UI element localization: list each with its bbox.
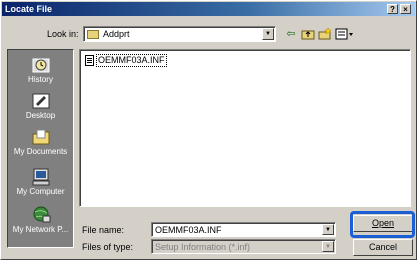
file-name-label: File name:	[82, 225, 125, 235]
look-in-dropdown[interactable]: Addprt ▼	[83, 26, 276, 42]
views-menu-icon[interactable]	[335, 27, 355, 41]
my-network-icon	[33, 206, 50, 223]
file-name-input[interactable]: OEMMF03A.INF ▼	[151, 222, 336, 237]
place-label: Desktop	[25, 111, 56, 120]
place-label: History	[28, 75, 53, 84]
place-my-network[interactable]: My Network P...	[8, 206, 73, 235]
file-type-label: Files of type:	[82, 242, 134, 252]
place-label: My Documents	[13, 147, 68, 156]
new-folder-icon[interactable]	[318, 27, 332, 41]
title-bar[interactable]: Locate File ? ×	[2, 2, 415, 16]
up-folder-icon[interactable]	[301, 27, 315, 41]
place-my-computer[interactable]: My Computer	[8, 168, 73, 197]
close-button[interactable]: ×	[400, 4, 411, 14]
desktop-icon	[32, 93, 49, 109]
chevron-down-icon[interactable]: ▼	[262, 28, 274, 40]
chevron-down-icon[interactable]: ▼	[322, 224, 334, 235]
place-desktop[interactable]: Desktop	[8, 92, 73, 121]
place-history[interactable]: History	[8, 56, 73, 85]
look-in-value: Addprt	[103, 29, 130, 39]
file-name-value: OEMMF03A.INF	[155, 225, 222, 235]
file-list[interactable]: OEMMF03A.INF	[79, 49, 411, 207]
my-computer-icon	[32, 168, 49, 186]
help-button[interactable]: ?	[387, 4, 398, 14]
back-arrow-icon[interactable]: ⇦	[284, 27, 298, 41]
open-button-highlight	[350, 211, 415, 238]
locate-file-dialog: Locate File ? × Look in: Addprt ▼ ⇦ Hist…	[0, 0, 417, 260]
file-name: OEMMF03A.INF	[96, 53, 167, 67]
my-documents-icon	[32, 129, 49, 145]
file-type-dropdown[interactable]: Setup Information (*.inf) ▼	[151, 239, 336, 254]
inf-file-icon	[85, 54, 94, 66]
places-bar: History Desktop My Documents My Computer…	[7, 49, 74, 248]
chevron-down-icon[interactable]: ▼	[322, 241, 334, 252]
list-item[interactable]: OEMMF03A.INF	[85, 53, 167, 67]
file-type-value: Setup Information (*.inf)	[155, 242, 251, 252]
cancel-button-label: Cancel	[368, 242, 397, 252]
place-label: My Computer	[16, 187, 65, 196]
folder-icon	[87, 30, 99, 39]
look-in-label: Look in:	[47, 29, 79, 39]
cancel-button[interactable]: Cancel	[353, 239, 413, 256]
window-title: Locate File	[5, 4, 53, 14]
history-icon	[32, 58, 49, 73]
place-my-documents[interactable]: My Documents	[8, 128, 73, 157]
place-label: My Network P...	[12, 225, 69, 234]
